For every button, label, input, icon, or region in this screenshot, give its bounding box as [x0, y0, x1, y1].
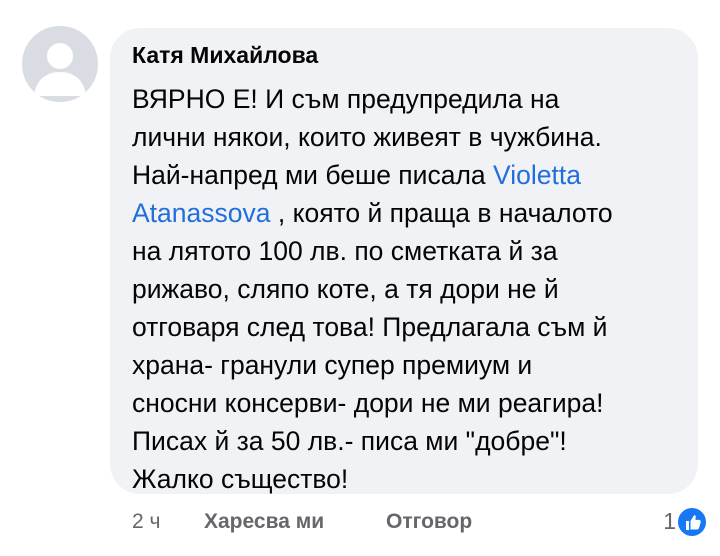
comment-line: сносни консерви- дори не ми реагира!	[132, 388, 604, 418]
comment-line: отговаря след това! Предлагала съм й	[132, 312, 608, 342]
comment-line: рижаво, сляпо коте, а тя дори не й	[132, 274, 559, 304]
comment-line: Писах й за 50 лв.- писа ми "добре"!	[132, 426, 567, 456]
comment-line: ВЯРНО Е! И съм предупредила на	[132, 84, 560, 114]
mention-link[interactable]: Atanassova	[132, 198, 270, 228]
comment-timestamp[interactable]: 2 ч	[132, 510, 160, 534]
comment-line: на лятото 100 лв. по сметката й за	[132, 236, 558, 266]
default-user-avatar-icon	[22, 26, 98, 102]
avatar[interactable]	[22, 26, 98, 102]
comment-text-fragment: Най-напред ми беше писала	[132, 160, 494, 190]
comment-text-fragment: , която й праща в началото	[270, 198, 613, 228]
comment-line: лични някои, които живеят в чужбина.	[132, 122, 602, 152]
comment-line: Жалко същество!	[132, 464, 349, 494]
comment-line: Atanassova , която й праща в началото	[132, 194, 678, 232]
like-button[interactable]: Харесва ми	[204, 510, 324, 534]
comment-bubble: Катя Михайлова ВЯРНО Е! И съм предупреди…	[110, 28, 698, 494]
reaction-count[interactable]: 1	[663, 508, 676, 535]
comment-line: храна- гранули супер премиум и	[132, 350, 533, 380]
comment-text: ВЯРНО Е! И съм предупредила на лични няк…	[132, 80, 678, 498]
comment-actions: 2 ч Харесва ми Отговор 1	[132, 506, 720, 540]
comment-author[interactable]: Катя Михайлова	[132, 40, 678, 70]
thumbs-up-icon[interactable]	[676, 506, 708, 538]
comment-line: Най-напред ми беше писала Violetta	[132, 156, 678, 194]
reply-button[interactable]: Отговор	[386, 510, 472, 534]
mention-link[interactable]: Violetta	[493, 160, 581, 190]
